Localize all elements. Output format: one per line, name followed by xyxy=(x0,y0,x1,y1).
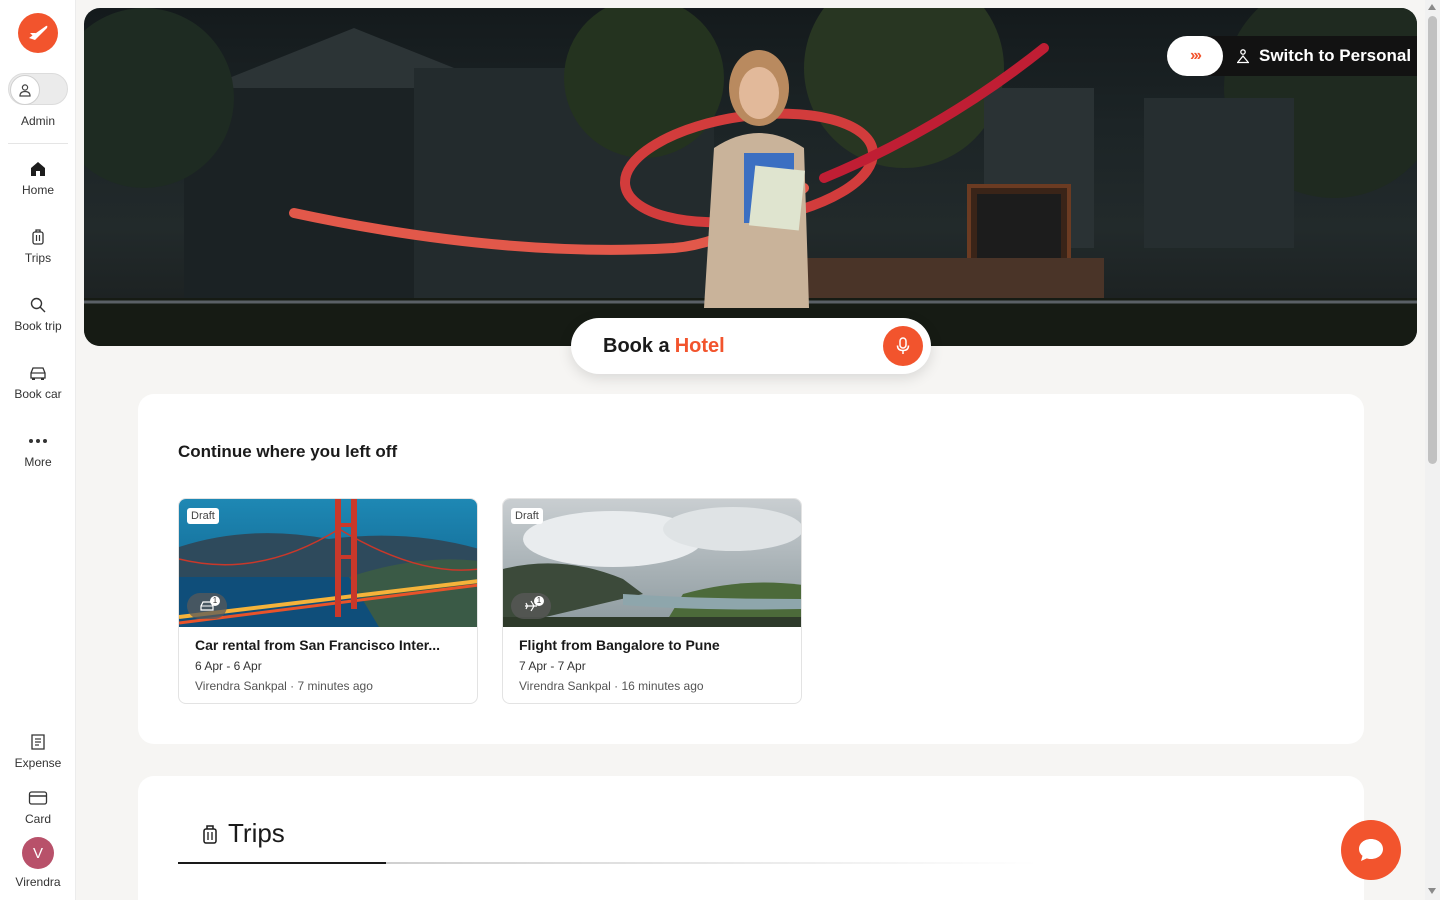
sidebar-item-expense[interactable]: Expense xyxy=(0,731,76,770)
beach-person-icon xyxy=(1237,49,1249,64)
tab-divider xyxy=(386,862,1038,864)
sidebar-item-label: Trips xyxy=(24,251,52,265)
user-icon xyxy=(10,75,40,105)
sidebar-item-more[interactable]: More xyxy=(0,430,76,469)
sidebar-item-label: Book trip xyxy=(14,319,62,333)
sidebar-item-card[interactable]: Card xyxy=(0,787,76,826)
trip-item-count: 1 xyxy=(210,596,220,606)
sidebar-divider xyxy=(8,143,68,144)
trip-type-badge: 1 xyxy=(511,593,551,619)
avatar: V xyxy=(22,837,54,869)
sidebar-user[interactable]: V Virendra xyxy=(0,837,76,889)
hero-banner: ››› Switch to Personal xyxy=(84,8,1417,346)
tab-trips[interactable]: Trips xyxy=(202,818,285,849)
trip-card-dates: 6 Apr - 6 Apr xyxy=(195,659,262,673)
car-icon xyxy=(0,362,76,384)
draft-badge: Draft xyxy=(511,508,543,524)
admin-label: Admin xyxy=(20,114,55,128)
plane-logo-icon xyxy=(29,25,48,40)
app-logo[interactable] xyxy=(18,13,58,53)
sidebar-item-label: Card xyxy=(24,812,51,826)
luggage-icon xyxy=(203,824,217,844)
trip-card-meta: Virendra Sankpal · 16 minutes ago xyxy=(519,679,704,693)
home-icon xyxy=(0,158,76,180)
card-icon xyxy=(0,787,76,809)
receipt-icon xyxy=(0,731,76,753)
scroll-up-arrow-icon[interactable] xyxy=(1428,4,1436,10)
sidebar-item-label: Expense xyxy=(14,756,62,770)
luggage-icon xyxy=(0,226,76,248)
trip-card-meta: Virendra Sankpal · 7 minutes ago xyxy=(195,679,373,693)
sidebar-item-home[interactable]: Home xyxy=(0,158,76,197)
sidebar-item-book-trip[interactable]: Book trip xyxy=(0,294,76,333)
draft-trip-card[interactable]: Draft 1 Flight from Bangalore to Pune 7 … xyxy=(502,498,802,704)
search-icon xyxy=(0,294,76,316)
trip-item-count: 1 xyxy=(534,596,544,606)
switch-to-personal-button[interactable]: ››› Switch to Personal xyxy=(1167,36,1417,76)
trip-card-dates: 7 Apr - 7 Apr xyxy=(519,659,586,673)
active-tab-indicator xyxy=(178,862,386,864)
sidebar: Admin Home Trips Book trip Book car More xyxy=(0,0,76,900)
sidebar-item-book-car[interactable]: Book car xyxy=(0,362,76,401)
user-name: Virendra xyxy=(15,875,61,889)
book-search-bar[interactable]: Book a Hotel xyxy=(571,318,931,374)
admin-toggle[interactable] xyxy=(8,73,68,105)
microphone-button[interactable] xyxy=(883,326,923,366)
trip-card-title: Car rental from San Francisco Inter... xyxy=(195,637,441,653)
microphone-icon xyxy=(896,337,910,354)
chat-button[interactable] xyxy=(1341,820,1401,880)
more-dots-icon xyxy=(0,430,76,452)
sidebar-item-label: Book car xyxy=(14,387,62,401)
continue-section: Continue where you left off Draft 1 Car … xyxy=(138,394,1364,744)
scroll-down-arrow-icon[interactable] xyxy=(1428,888,1436,894)
tab-label: Trips xyxy=(228,818,285,848)
book-prefix: Book a xyxy=(603,334,670,357)
triple-chevron-right-icon: ››› xyxy=(1167,36,1223,76)
draft-badge: Draft xyxy=(187,508,219,524)
trip-type-badge: 1 xyxy=(187,593,227,619)
sidebar-item-label: Home xyxy=(21,183,54,197)
switch-label: Switch to Personal xyxy=(1259,46,1412,65)
book-highlight: Hotel xyxy=(674,334,725,357)
trips-section: Trips xyxy=(138,776,1364,900)
scrollbar-thumb[interactable] xyxy=(1428,16,1437,464)
chat-bubble-icon xyxy=(1359,839,1383,861)
trip-card-title: Flight from Bangalore to Pune xyxy=(519,637,720,653)
sidebar-item-label: More xyxy=(24,455,52,469)
sidebar-item-trips[interactable]: Trips xyxy=(0,226,76,265)
draft-trip-card[interactable]: Draft 1 Car rental from San Francisco In… xyxy=(178,498,478,704)
continue-title: Continue where you left off xyxy=(178,442,398,461)
page-scrollbar[interactable] xyxy=(1425,0,1440,900)
